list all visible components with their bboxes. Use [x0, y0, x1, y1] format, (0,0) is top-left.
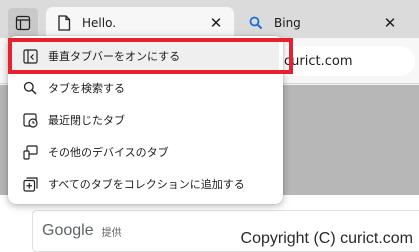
close-icon[interactable]: ✕ [382, 14, 398, 32]
search-icon [22, 80, 38, 96]
tab-hello[interactable]: Hello. ✕ [46, 7, 234, 38]
address-text: curict.com [284, 53, 353, 69]
menu-item-label: 最近閉じたタブ [48, 114, 125, 127]
menu-item-label: タブを検索する [48, 82, 125, 95]
bing-search-icon [248, 15, 264, 31]
menu-item-label: 垂直タブバーをオンにする [48, 50, 181, 63]
menu-item-search-tabs[interactable]: タブを検索する [12, 72, 279, 104]
menu-item-add-to-collection[interactable]: すべてのタブをコレクションに追加する [12, 168, 279, 200]
search-brand: Google [42, 222, 94, 239]
menu-item-other-devices[interactable]: その他のデバイスのタブ [12, 136, 279, 168]
page-icon [56, 14, 72, 31]
close-icon[interactable]: ✕ [208, 14, 224, 32]
add-to-collection-icon [22, 176, 38, 192]
menu-item-vertical-tabs[interactable]: 垂直タブバーをオンにする [8, 38, 293, 74]
tab-title: Bing [274, 15, 301, 30]
copyright-watermark: Copyright (C) curict.com [240, 230, 413, 247]
tab-actions-menu: 垂直タブバーをオンにする タブを検索する 最近閉じたタブ その他のデバイスのタブ… [8, 36, 293, 204]
tab-actions-icon [15, 15, 31, 31]
tab-bing[interactable]: Bing ✕ [238, 7, 408, 38]
search-provided-label: 提供 [101, 227, 122, 239]
menu-item-recently-closed[interactable]: 最近閉じたタブ [12, 104, 279, 136]
menu-item-label: すべてのタブをコレクションに追加する [48, 178, 245, 191]
tab-title: Hello. [82, 15, 117, 30]
tab-actions-button[interactable] [8, 8, 38, 38]
recently-closed-icon [22, 112, 38, 128]
other-devices-icon [22, 144, 38, 160]
vertical-tabs-icon [22, 48, 38, 64]
tab-strip: Hello. ✕ Bing ✕ [0, 0, 419, 38]
menu-item-label: その他のデバイスのタブ [48, 146, 169, 159]
